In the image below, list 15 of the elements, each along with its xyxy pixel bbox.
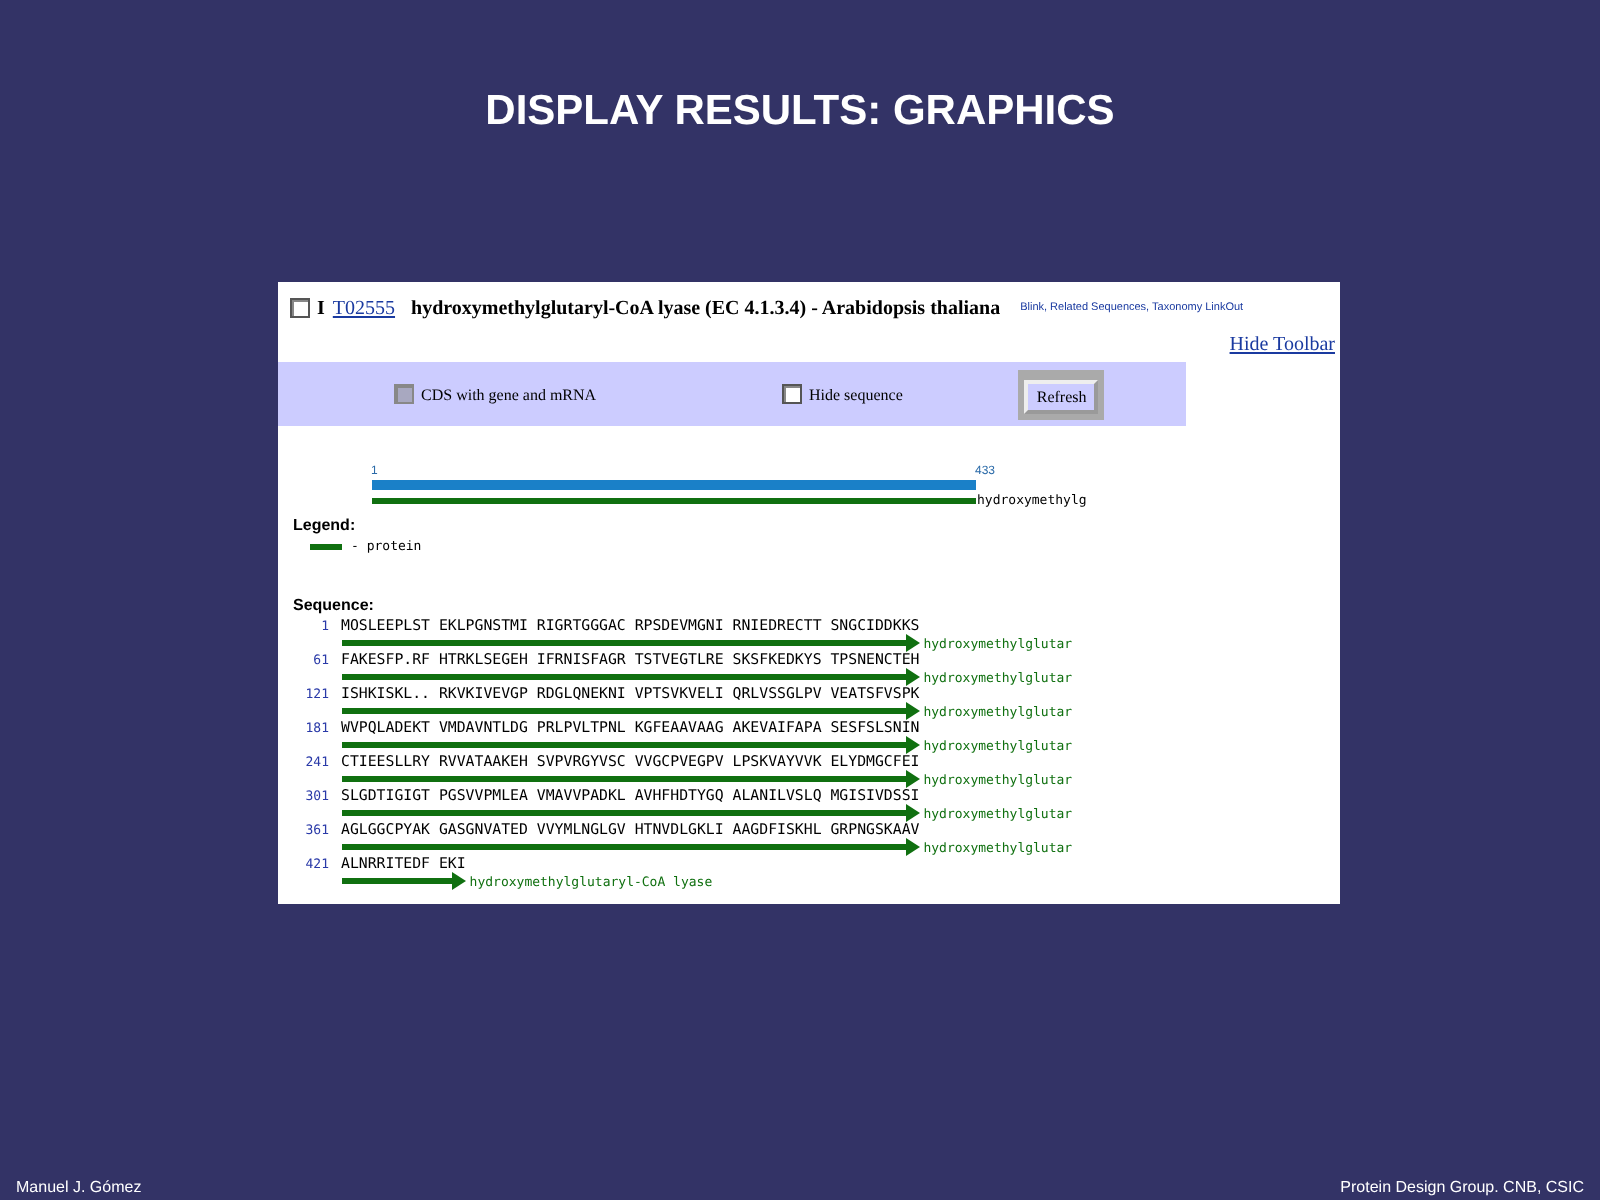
- sequence-heading: Sequence:: [293, 596, 376, 614]
- author-name: Manuel J. Gómez: [16, 1178, 142, 1196]
- refresh-button[interactable]: Refresh: [1024, 379, 1099, 413]
- option-label: CDS with gene and mRNA: [421, 385, 597, 403]
- entry-title: hydroxymethylglutaryl-CoA lyase (EC 4.1.3.4) - Arabidopsis thaliana: [411, 297, 1001, 319]
- option-label: Hide sequence: [809, 385, 903, 403]
- slide-title: DISPLAY RESULTS: GRAPHICS: [485, 88, 1115, 136]
- accession-link[interactable]: T02555: [332, 297, 396, 319]
- legend-heading: Legend:: [293, 516, 358, 534]
- checkbox[interactable]: [781, 384, 801, 404]
- hide-toolbar-link[interactable]: Hide Toolbar: [1229, 334, 1335, 362]
- feature-arrow: [341, 872, 466, 890]
- organization-name: Protein Design Group. CNB, CSIC: [1340, 1178, 1584, 1196]
- entry-marker: I: [317, 297, 325, 319]
- checkbox[interactable]: [289, 298, 309, 318]
